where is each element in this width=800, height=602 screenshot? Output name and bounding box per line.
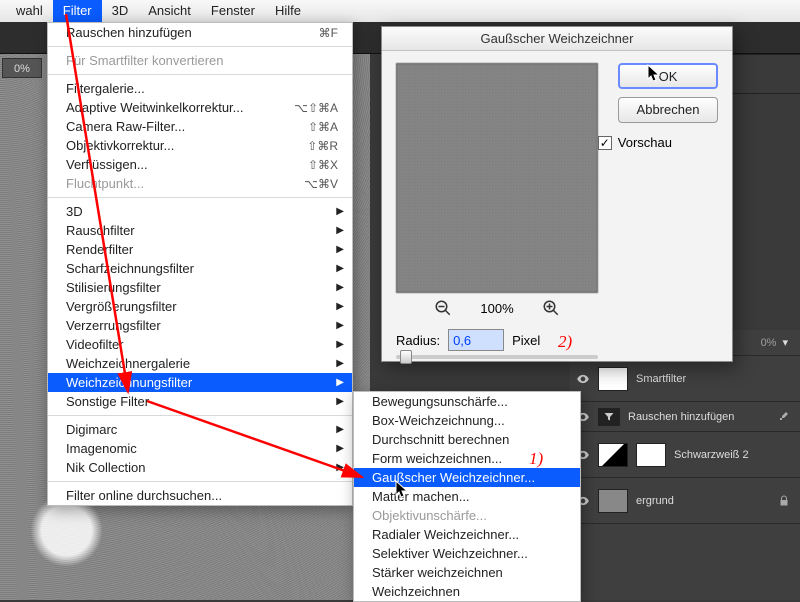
menu-filter[interactable]: Filter [53, 0, 102, 22]
lock-icon [778, 495, 790, 507]
edit-icon[interactable] [778, 411, 790, 423]
blur-smart[interactable]: Selektiver Weichzeichner... [354, 544, 580, 563]
radius-label: Radius: [396, 333, 440, 348]
menu-item-vanishing-point: Fluchtpunkt...⌥⌘V [48, 174, 352, 193]
menu-bar: wahl Filter 3D Ansicht Fenster Hilfe [0, 0, 800, 22]
zoom-out-icon[interactable] [434, 299, 452, 317]
menu-item-wideangle[interactable]: Adaptive Weitwinkelkorrektur...⌥⇧⌘A [48, 98, 352, 117]
layer-row-background[interactable]: ergrund [570, 478, 800, 524]
layers-panel: 0% ▾ Smartfilter Rauschen hinzufügen Schw… [570, 330, 800, 600]
submenu-imagenomic[interactable]: Imagenomic▶ [48, 439, 352, 458]
submenu-3d[interactable]: 3D▶ [48, 202, 352, 221]
chevron-right-icon: ▶ [336, 301, 344, 312]
layer-label: Smartfilter [636, 373, 686, 385]
zoom-field[interactable]: 0% [2, 58, 42, 78]
opacity-value[interactable]: 0% [761, 337, 777, 349]
submenu-other[interactable]: Sonstige Filter▶ [48, 392, 352, 411]
blur-average[interactable]: Durchschnitt berechnen [354, 430, 580, 449]
blur-submenu: Bewegungsunschärfe... Box-Weichzeichnung… [353, 391, 581, 602]
gaussian-blur-dialog: Gaußscher Weichzeichner OK Abbrechen ✓ V… [381, 26, 733, 362]
chevron-down-icon[interactable]: ▾ [782, 336, 788, 349]
menu-3d[interactable]: 3D [102, 0, 139, 22]
ok-button[interactable]: OK [618, 63, 718, 89]
menu-select[interactable]: wahl [6, 0, 53, 22]
submenu-digimarc[interactable]: Digimarc▶ [48, 420, 352, 439]
radius-unit: Pixel [512, 333, 540, 348]
blur-box[interactable]: Box-Weichzeichnung... [354, 411, 580, 430]
cancel-button[interactable]: Abbrechen [618, 97, 718, 123]
slider-knob[interactable] [400, 350, 412, 364]
zoom-value: 100% [480, 301, 513, 316]
chevron-right-icon: ▶ [336, 282, 344, 293]
menu-item-last-filter[interactable]: Rauschen hinzufügen⌘F [48, 23, 352, 42]
chevron-right-icon: ▶ [336, 244, 344, 255]
submenu-video[interactable]: Videofilter▶ [48, 335, 352, 354]
filter-icon [598, 408, 620, 426]
layer-row-noise[interactable]: Rauschen hinzufügen [570, 402, 800, 432]
menu-window[interactable]: Fenster [201, 0, 265, 22]
submenu-stylize[interactable]: Stilisierungsfilter▶ [48, 278, 352, 297]
chevron-right-icon: ▶ [336, 358, 344, 369]
layer-label: Schwarzweiß 2 [674, 449, 749, 461]
layer-row-bw[interactable]: Schwarzweiß 2 [570, 432, 800, 478]
blur-radial[interactable]: Radialer Weichzeichner... [354, 525, 580, 544]
layer-label: Rauschen hinzufügen [628, 411, 734, 423]
mask-thumb [636, 443, 666, 467]
blur-motion[interactable]: Bewegungsunschärfe... [354, 392, 580, 411]
adjustment-thumb [598, 443, 628, 467]
filter-menu: Rauschen hinzufügen⌘F Für Smartfilter ko… [47, 22, 353, 506]
submenu-blur-gallery[interactable]: Weichzeichnergalerie▶ [48, 354, 352, 373]
chevron-right-icon: ▶ [336, 320, 344, 331]
chevron-right-icon: ▶ [336, 462, 344, 473]
visibility-icon[interactable] [576, 372, 590, 386]
layer-row-smartfilter[interactable]: Smartfilter [570, 356, 800, 402]
menu-item-lens-correction[interactable]: Objektivkorrektur...⇧⌘R [48, 136, 352, 155]
submenu-noise[interactable]: Rauschfilter▶ [48, 221, 352, 240]
dialog-preview[interactable] [396, 63, 598, 293]
menu-view[interactable]: Ansicht [138, 0, 201, 22]
menu-item-liquify[interactable]: Verflüssigen...⇧⌘X [48, 155, 352, 174]
menu-help[interactable]: Hilfe [265, 0, 311, 22]
chevron-right-icon: ▶ [336, 424, 344, 435]
preview-checkbox-label: Vorschau [618, 135, 672, 150]
cursor-icon [395, 480, 409, 498]
chevron-right-icon: ▶ [336, 396, 344, 407]
chevron-right-icon: ▶ [336, 377, 344, 388]
menu-item-filter-gallery[interactable]: Filtergalerie... [48, 79, 352, 98]
submenu-nik[interactable]: Nik Collection▶ [48, 458, 352, 477]
blur-gaussian[interactable]: Gaußscher Weichzeichner... [354, 468, 580, 487]
submenu-blur[interactable]: Weichzeichnungsfilter▶ [48, 373, 352, 392]
dialog-title: Gaußscher Weichzeichner [382, 27, 732, 51]
cursor-icon [647, 64, 661, 82]
submenu-render[interactable]: Renderfilter▶ [48, 240, 352, 259]
chevron-right-icon: ▶ [336, 225, 344, 236]
layer-thumb [598, 367, 628, 391]
zoom-in-icon[interactable] [542, 299, 560, 317]
blur-lens: Objektivunschärfe... [354, 506, 580, 525]
layer-label: ergrund [636, 495, 674, 507]
radius-input[interactable] [448, 329, 504, 351]
radius-slider[interactable] [396, 355, 598, 359]
menu-item-convert-smartfilter: Für Smartfilter konvertieren [48, 51, 352, 70]
blur-more[interactable]: Stärker weichzeichnen [354, 563, 580, 582]
chevron-right-icon: ▶ [336, 263, 344, 274]
submenu-sharpen[interactable]: Scharfzeichnungsfilter▶ [48, 259, 352, 278]
menu-item-camera-raw[interactable]: Camera Raw-Filter...⇧⌘A [48, 117, 352, 136]
menu-item-browse-online[interactable]: Filter online durchsuchen... [48, 486, 352, 505]
chevron-right-icon: ▶ [336, 443, 344, 454]
chevron-right-icon: ▶ [336, 339, 344, 350]
checkbox-icon: ✓ [598, 136, 612, 150]
blur-shape[interactable]: Form weichzeichnen... [354, 449, 580, 468]
blur-basic[interactable]: Weichzeichnen [354, 582, 580, 601]
layer-thumb [598, 489, 628, 513]
submenu-distort[interactable]: Verzerrungsfilter▶ [48, 316, 352, 335]
preview-checkbox[interactable]: ✓ Vorschau [598, 135, 672, 150]
blur-matte[interactable]: Matter machen... [354, 487, 580, 506]
submenu-pixelate[interactable]: Vergrößerungsfilter▶ [48, 297, 352, 316]
chevron-right-icon: ▶ [336, 206, 344, 217]
